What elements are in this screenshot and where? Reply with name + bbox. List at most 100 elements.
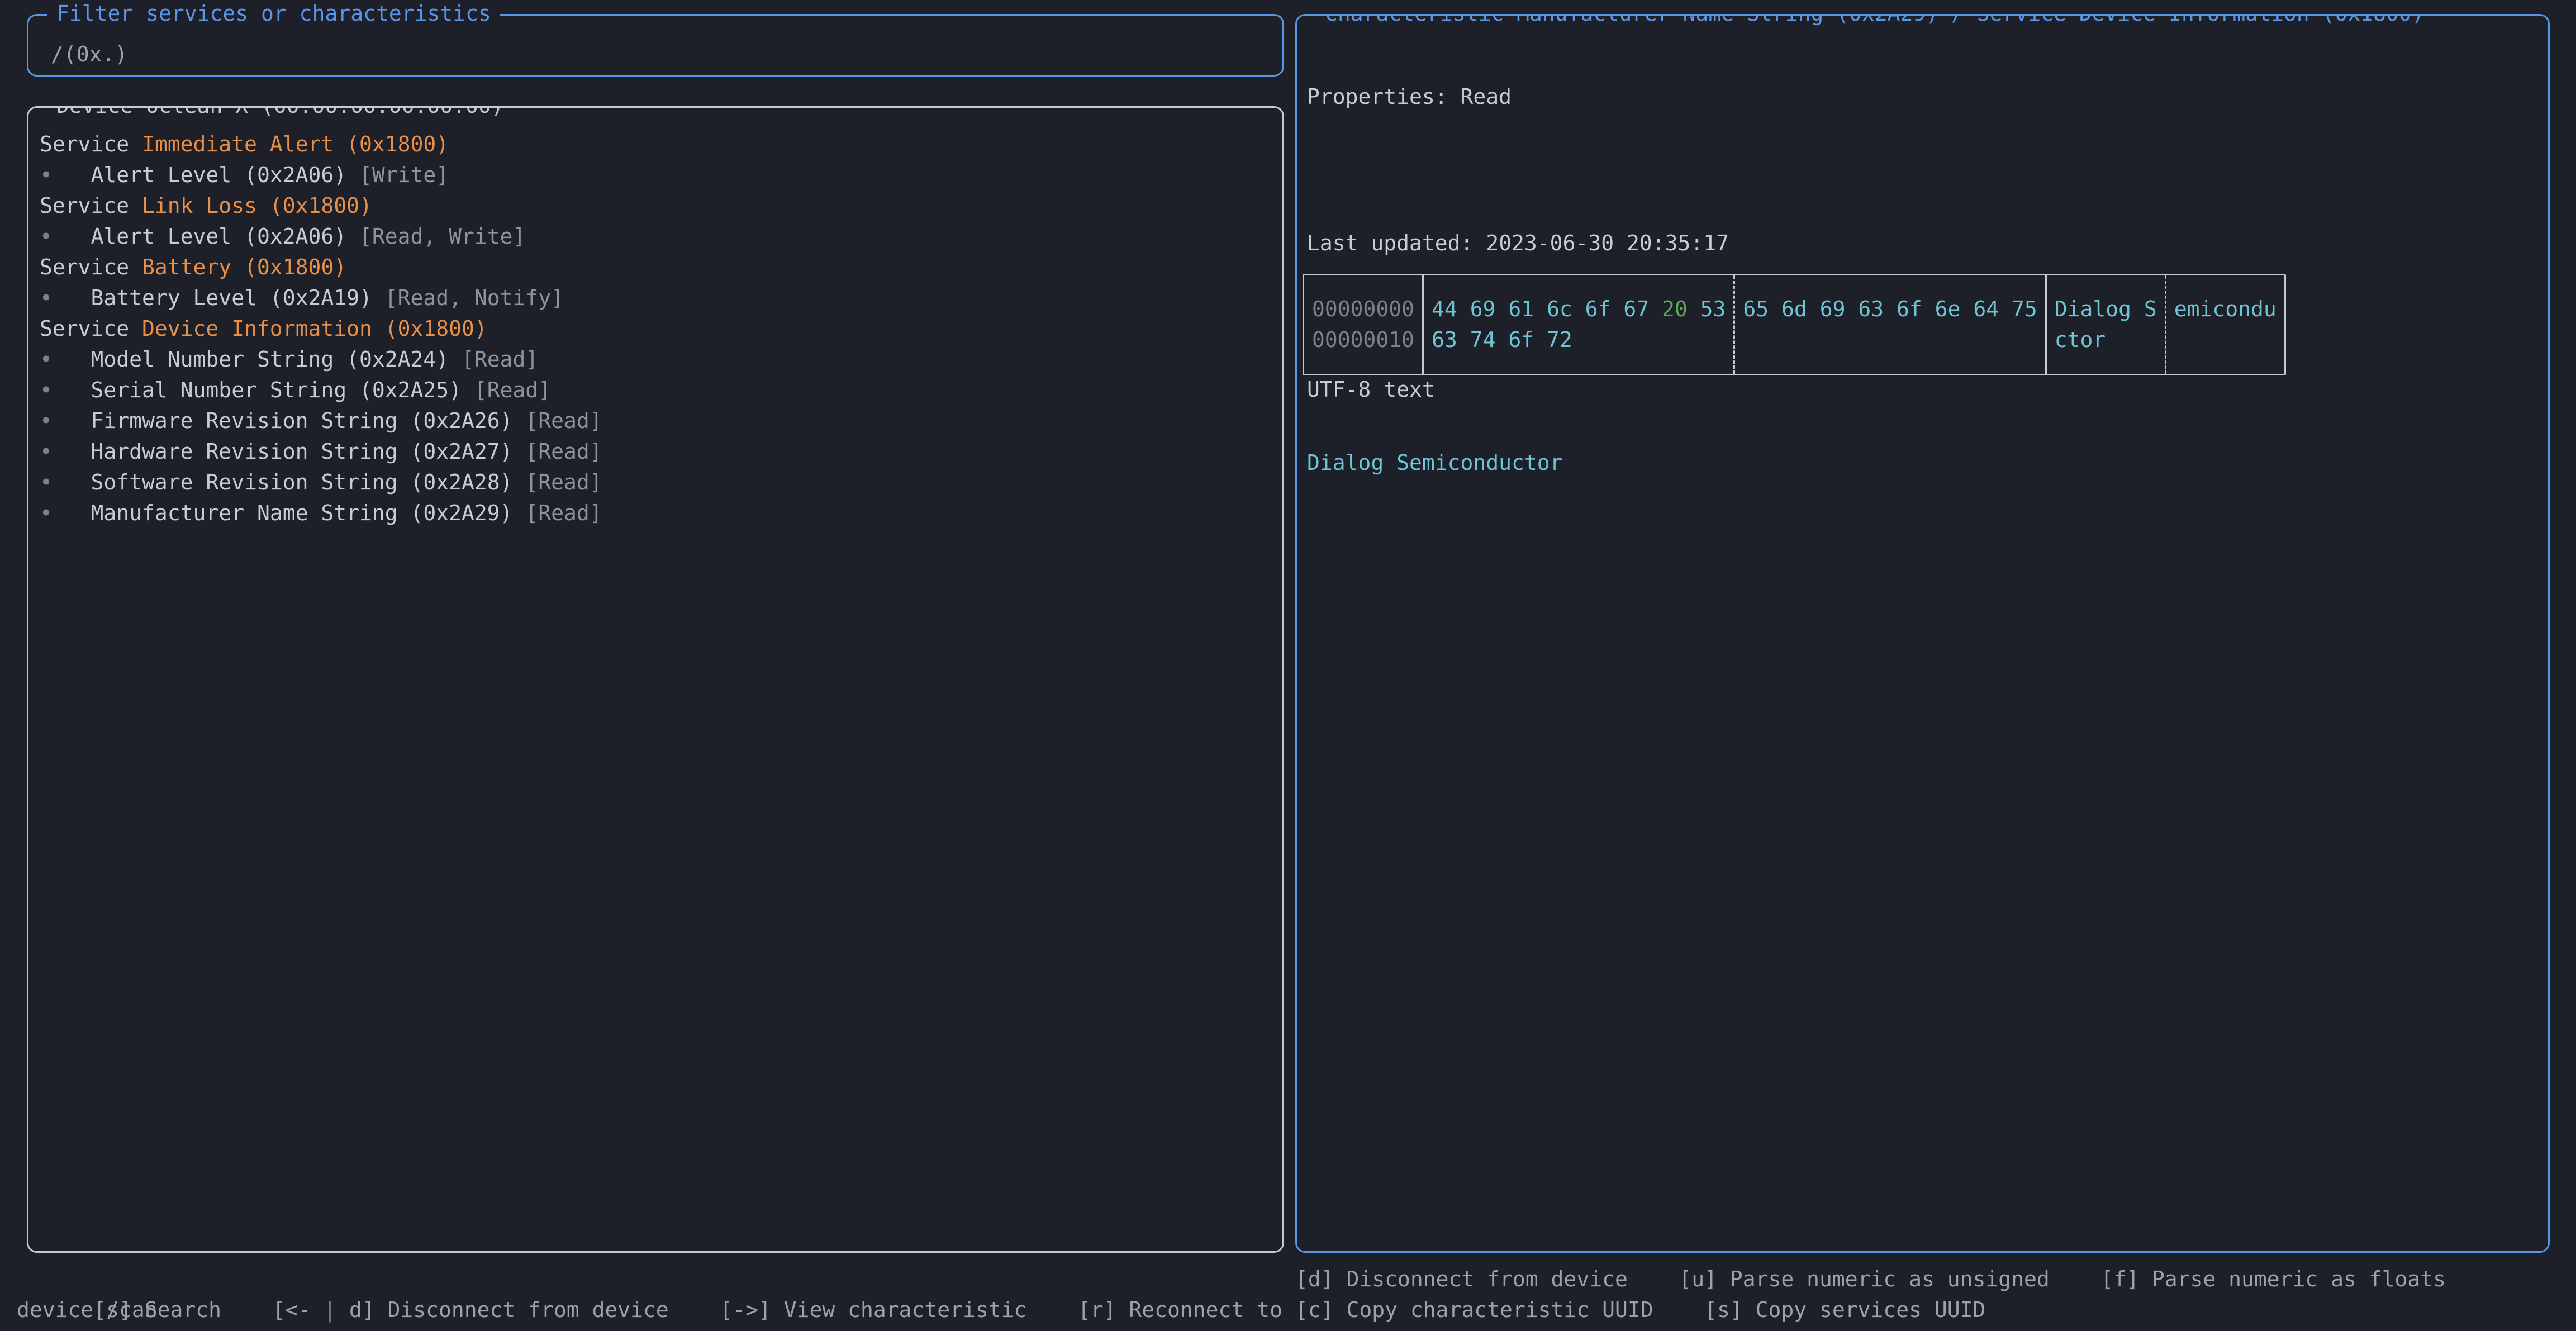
characteristic-row[interactable]: • Alert Level (0x2A06) [Read, Write] <box>40 221 1277 252</box>
hex-byte: 6f <box>1508 327 1534 352</box>
service-name: Link Loss (0x1800) <box>142 193 372 218</box>
filter-panel-legend: Filter services or characteristics <box>47 3 500 24</box>
footer-left-row1: [/] Search [<- | d] Disconnect from devi… <box>17 1264 1282 1322</box>
bullet-icon: • <box>40 470 53 495</box>
characteristic-row[interactable]: • Software Revision String (0x2A28) [Rea… <box>40 467 1277 498</box>
byte-gap <box>1769 297 1781 321</box>
bullet-icon: • <box>40 408 53 433</box>
characteristic-row[interactable]: • Serial Number String (0x2A25) [Read] <box>40 375 1277 406</box>
hex-byte: 69 <box>1470 297 1496 321</box>
hexdump-bytes-right-column: 65 6d 69 63 6f 6e 64 75 <box>1733 275 2045 374</box>
hexdump-line: 44 69 61 6c 6f 67 20 53 <box>1432 294 1726 325</box>
footer-left-row1-b: d] Disconnect from device [->] View char… <box>336 1297 1282 1322</box>
characteristic-properties: [Read] <box>525 408 602 433</box>
bullet-icon: • <box>40 378 53 402</box>
characteristic-row[interactable]: • Model Number String (0x2A24) [Read] <box>40 344 1277 375</box>
characteristic-properties: [Read, Write] <box>359 224 526 249</box>
service-list[interactable]: Service Immediate Alert (0x1800) • Alert … <box>40 129 1277 529</box>
byte-gap <box>1495 297 1508 321</box>
characteristic-row[interactable]: • Firmware Revision String (0x2A26) [Rea… <box>40 406 1277 436</box>
hex-byte: 69 <box>1819 297 1846 321</box>
byte-gap <box>1534 327 1547 352</box>
hex-byte: 64 <box>1973 297 1999 321</box>
last-updated-line: Last updated: 2023-06-30 20:35:17 <box>1307 231 1729 255</box>
hex-byte: 6f <box>1585 297 1611 321</box>
hex-byte: 74 <box>1470 327 1496 352</box>
characteristic-properties: [Read] <box>474 378 552 402</box>
service-name: Battery (0x1800) <box>142 255 347 279</box>
hex-byte: 63 <box>1432 327 1457 352</box>
hex-offset: 00000000 <box>1312 297 1415 321</box>
device-services-panel[interactable]: Device Oclean X (00:00:00:00:00:00) Serv… <box>27 106 1284 1253</box>
filter-input[interactable]: /(0x.) <box>51 44 127 65</box>
hexdump-line <box>1743 325 2037 355</box>
footer-left-row2: device scan <box>17 1297 158 1322</box>
characteristic-row[interactable]: • Alert Level (0x2A06) [Write] <box>40 160 1277 191</box>
hexdump-line: 63 74 6f 72 <box>1432 325 1726 355</box>
service-row[interactable]: Service Device Information (0x1800) <box>40 313 1277 344</box>
hexdump-offset-column: 00000000 00000010 <box>1304 275 1422 374</box>
bullet-icon: • <box>40 347 53 372</box>
byte-gap <box>1534 297 1547 321</box>
encoding-label: UTF-8 text <box>1307 377 1435 402</box>
decoded-value: Dialog Semiconductor <box>1307 450 1563 475</box>
characteristic-row[interactable]: • Battery Level (0x2A19) [Read, Notify] <box>40 283 1277 313</box>
hex-byte: 20 <box>1661 297 1688 321</box>
hex-byte: 44 <box>1432 297 1457 321</box>
bullet-icon: • <box>40 163 53 187</box>
hexdump-line: Dialog S <box>2055 294 2157 325</box>
byte-gap <box>1649 297 1662 321</box>
hex-byte: 72 <box>1547 327 1572 352</box>
service-row[interactable]: Service Battery (0x1800) <box>40 252 1277 283</box>
byte-gap <box>1922 297 1935 321</box>
characteristic-properties: [Read, Notify] <box>384 286 564 310</box>
hexdump-bytes-left-column: 44 69 61 6c 6f 67 20 53 63 74 6f 72 <box>1422 275 1733 374</box>
byte-gap <box>1960 297 1973 321</box>
characteristic-name: Firmware Revision String (0x2A26) <box>91 408 513 433</box>
hexdump-line: emicondu <box>2174 294 2276 325</box>
byte-gap <box>1572 297 1585 321</box>
characteristic-row[interactable]: • Hardware Revision String (0x2A27) [Rea… <box>40 436 1277 467</box>
characteristic-name: Software Revision String (0x2A28) <box>91 470 513 495</box>
hex-byte: 75 <box>2011 297 2037 321</box>
service-row[interactable]: Service Link Loss (0x1800) <box>40 191 1277 221</box>
characteristic-name: Alert Level (0x2A06) <box>91 163 347 187</box>
service-keyword: Service <box>40 132 142 156</box>
filter-panel[interactable]: Filter services or characteristics /(0x.… <box>27 3 1284 77</box>
hex-byte: 63 <box>1858 297 1884 321</box>
terminal-app: Filter services or characteristics /(0x.… <box>0 0 2576 1331</box>
byte-gap <box>1495 327 1508 352</box>
characteristic-name: Model Number String (0x2A24) <box>91 347 449 372</box>
byte-gap <box>1999 297 2012 321</box>
hex-byte: 6f <box>1897 297 1922 321</box>
byte-gap <box>1457 327 1470 352</box>
characteristic-detail-panel[interactable]: Characteristic Manufacturer Name String … <box>1295 14 2550 1253</box>
device-panel-legend: Device Oclean X (00:00:00:00:00:00) <box>47 108 513 116</box>
characteristic-properties: [Read] <box>462 347 539 372</box>
characteristic-row[interactable]: • Manufacturer Name String (0x2A29) [Rea… <box>40 498 1277 529</box>
footer-right-row2: [c] Copy characteristic UUID [s] Copy se… <box>1295 1297 1986 1322</box>
hex-byte: 6e <box>1935 297 1961 321</box>
characteristic-properties: [Write] <box>359 163 449 187</box>
bullet-icon: • <box>40 224 53 249</box>
service-row[interactable]: Service Immediate Alert (0x1800) <box>40 129 1277 160</box>
service-name: Immediate Alert (0x1800) <box>142 132 449 156</box>
hexdump-line: 00000000 <box>1312 294 1414 325</box>
hexdump-table: 00000000 00000010 44 69 61 6c 6f 67 20 53 6… <box>1303 274 2286 375</box>
hex-offset: 00000010 <box>1312 327 1415 352</box>
